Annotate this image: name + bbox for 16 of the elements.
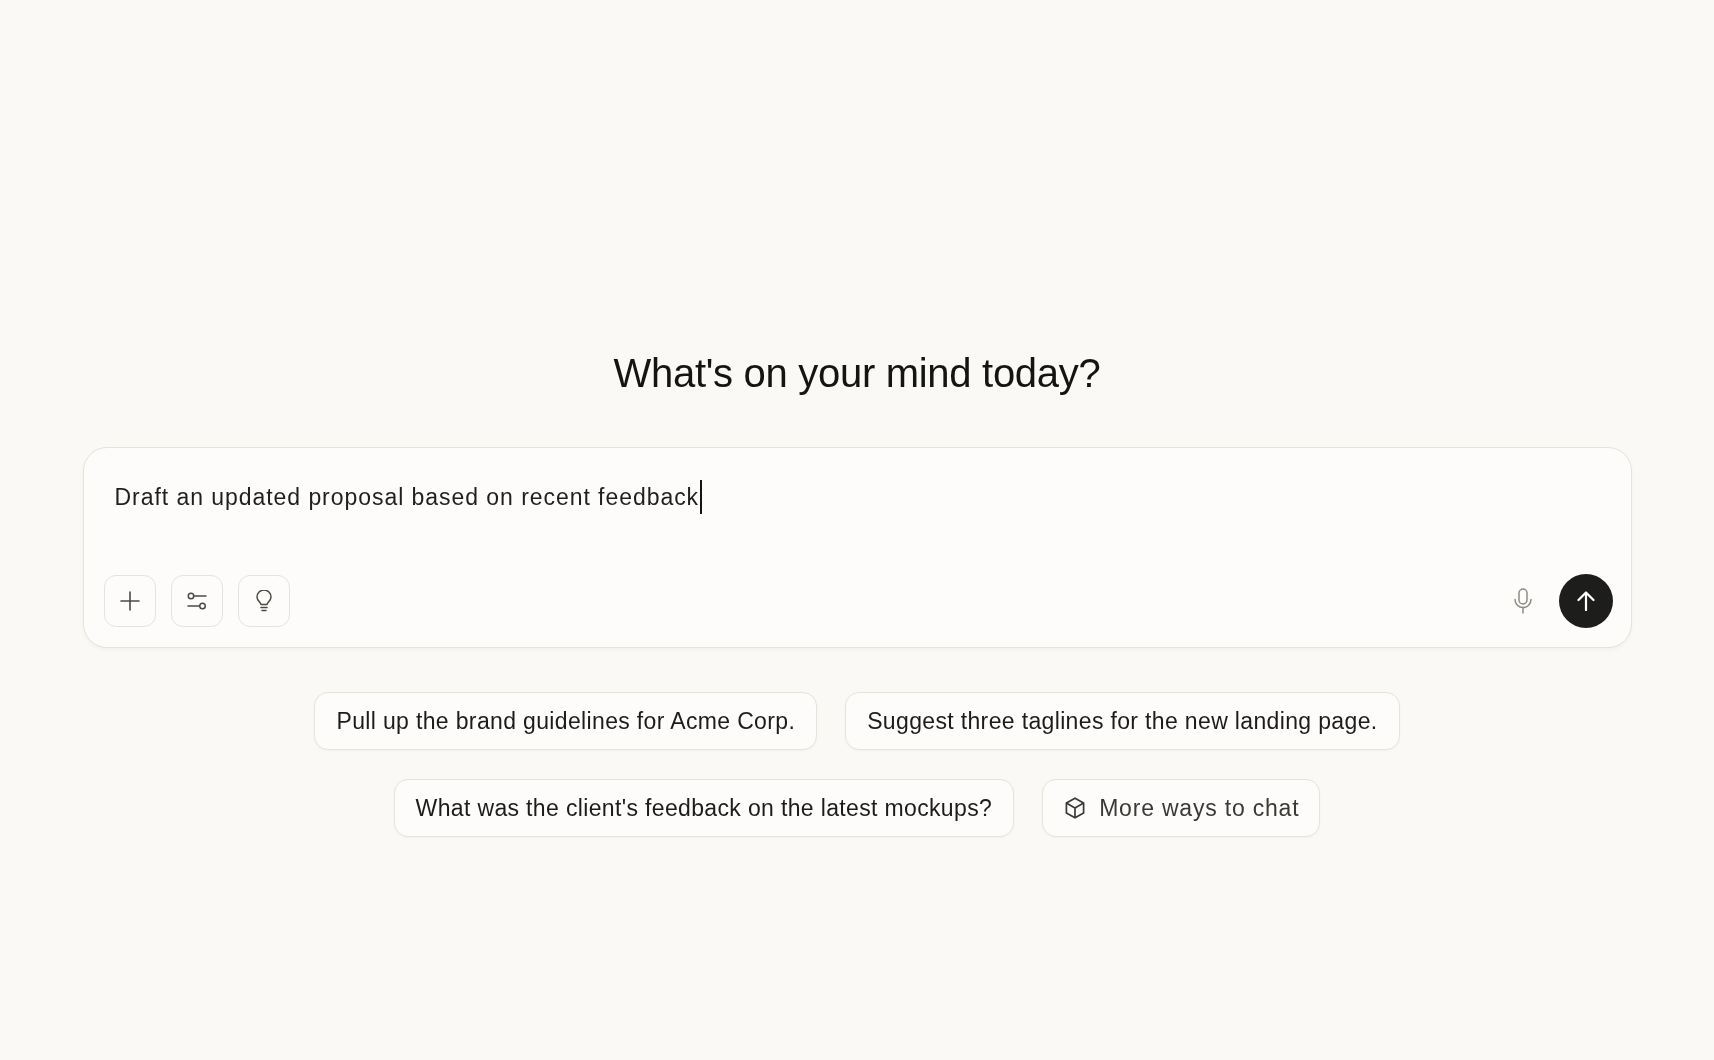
ideas-button[interactable] <box>237 575 290 627</box>
lightbulb-icon <box>255 590 272 612</box>
microphone-icon <box>1513 588 1532 614</box>
send-button[interactable] <box>1558 574 1613 628</box>
sliders-icon <box>186 592 207 610</box>
add-button[interactable] <box>103 575 156 627</box>
prompt-input[interactable]: Draft an updated proposal based on recent feedback <box>114 481 1613 552</box>
more-ways-button[interactable]: More ways to chat <box>1042 779 1321 837</box>
suggestion-chip[interactable]: Suggest three taglines for the new landing page. <box>845 692 1400 750</box>
arrow-up-icon <box>1576 591 1595 611</box>
cube-icon <box>1065 797 1086 819</box>
suggestion-chip[interactable]: What was the client's feedback on the latest mockups? <box>393 779 1015 837</box>
plus-icon <box>119 591 140 611</box>
suggestion-chip[interactable]: Pull up the brand guidelines for Acme Corp. <box>314 692 818 750</box>
page-heading: What's on your mind today? <box>613 350 1101 397</box>
options-button[interactable] <box>170 575 223 627</box>
